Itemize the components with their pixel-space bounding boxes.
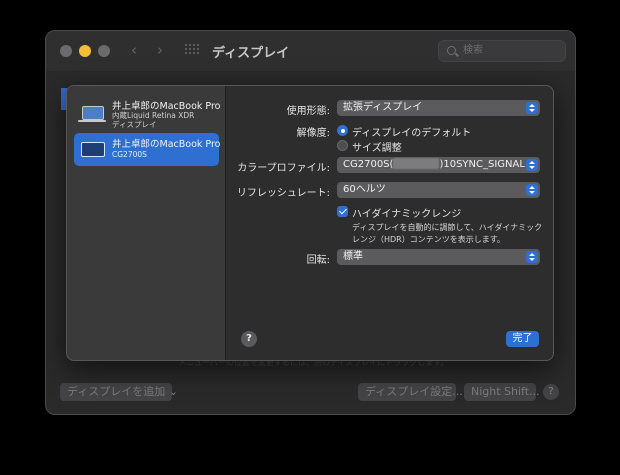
- search-field[interactable]: 検索: [438, 40, 566, 62]
- search-icon: [447, 46, 456, 55]
- chevron-updown-icon: [526, 159, 538, 171]
- redacted-serial: [393, 158, 440, 169]
- resolution-scaled-label: サイズ調整: [352, 143, 402, 154]
- close-window-button[interactable]: [60, 45, 72, 57]
- help-button[interactable]: ?: [241, 331, 257, 347]
- display-item-builtin[interactable]: 井上卓郎のMacBook Pro 内蔵Liquid Retina XDR ディス…: [74, 95, 221, 131]
- background-help-button[interactable]: ?: [543, 384, 559, 400]
- display-subtitle: 内蔵Liquid Retina XDR: [112, 111, 195, 120]
- color-profile-prefix: CG2700S(: [343, 159, 394, 170]
- hdr-label: ハイダイナミックレンジ: [352, 209, 462, 220]
- display-subtitle: ディスプレイ: [112, 120, 157, 129]
- night-shift-button[interactable]: Night Shift...: [464, 383, 540, 401]
- forward-button[interactable]: ›: [150, 40, 170, 60]
- add-display-button[interactable]: ディスプレイを追加 ⌄: [60, 383, 178, 401]
- rotation-popup[interactable]: 標準: [337, 249, 540, 265]
- display-name: 井上卓郎のMacBook Pro: [112, 101, 221, 112]
- hdr-checkbox[interactable]: [337, 206, 348, 217]
- zoom-window-button[interactable]: [98, 45, 110, 57]
- hdr-description: ディスプレイを自動的に調節して、ハイダイナミックレンジ（HDR）コンテンツを表示…: [352, 223, 543, 244]
- display-list-sidebar: 井上卓郎のMacBook Pro 内蔵Liquid Retina XDR ディス…: [67, 86, 226, 360]
- minimize-window-button[interactable]: [79, 45, 91, 57]
- usage-value: 拡張ディスプレイ: [343, 102, 423, 113]
- refresh-rate-popup[interactable]: 60ヘルツ: [337, 182, 540, 198]
- resolution-scaled-radio[interactable]: [337, 140, 348, 151]
- done-button[interactable]: 完了: [506, 331, 539, 347]
- color-profile-suffix: )10SYNC_SIGNAL: [439, 159, 525, 170]
- chevron-updown-icon: [526, 184, 538, 196]
- titlebar: ‹ › ディスプレイ 検索: [46, 31, 575, 71]
- display-name: 井上卓郎のMacBook Pro: [112, 139, 221, 150]
- resolution-default-label: ディスプレイのデフォルト: [352, 128, 472, 139]
- window-title: ディスプレイ: [212, 46, 290, 61]
- back-button[interactable]: ‹: [124, 40, 144, 60]
- display-item-external[interactable]: 井上卓郎のMacBook Pro CG2700S: [74, 133, 221, 166]
- display-settings-button[interactable]: ディスプレイ設定...: [358, 383, 463, 401]
- color-profile-label: カラープロファイル:: [237, 163, 330, 174]
- rotation-value: 標準: [343, 251, 363, 262]
- chevron-updown-icon: [526, 251, 538, 263]
- color-profile-popup[interactable]: CG2700S( )10SYNC_SIGNAL: [337, 157, 540, 173]
- display-settings-sheet: 井上卓郎のMacBook Pro 内蔵Liquid Retina XDR ディス…: [66, 85, 554, 361]
- display-subtitle: CG2700S: [112, 150, 147, 159]
- refresh-rate-label: リフレッシュレート:: [236, 188, 330, 199]
- usage-popup[interactable]: 拡張ディスプレイ: [337, 100, 540, 116]
- resolution-default-radio[interactable]: [337, 125, 348, 136]
- search-placeholder: 検索: [463, 45, 483, 56]
- rotation-label: 回転:: [306, 255, 330, 266]
- resolution-label: 解像度:: [296, 128, 330, 139]
- show-all-grid-icon[interactable]: [185, 44, 200, 57]
- laptop-icon: [78, 106, 106, 122]
- monitor-icon: [81, 142, 105, 157]
- chevron-updown-icon: [526, 102, 538, 114]
- usage-label: 使用形態:: [286, 106, 330, 117]
- refresh-rate-value: 60ヘルツ: [343, 184, 386, 195]
